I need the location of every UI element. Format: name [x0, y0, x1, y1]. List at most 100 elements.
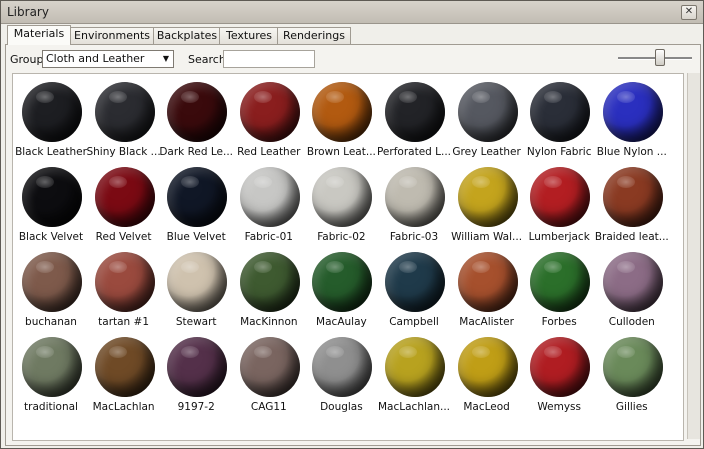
- material-label: Gillies: [615, 401, 648, 413]
- material-tile[interactable]: tartan #1: [88, 248, 160, 333]
- material-label: Fabric-01: [244, 231, 293, 243]
- material-thumbnail[interactable]: [94, 337, 155, 397]
- material-thumbnail[interactable]: [312, 82, 373, 142]
- close-button[interactable]: ✕: [681, 5, 697, 20]
- material-thumbnail[interactable]: [530, 167, 591, 227]
- search-label: Search: [188, 53, 226, 66]
- material-tile[interactable]: Blue Nylon ...: [596, 78, 668, 163]
- group-select[interactable]: Cloth and Leather ▼: [42, 50, 174, 68]
- material-thumbnail[interactable]: [167, 82, 228, 142]
- material-thumbnail[interactable]: [239, 82, 300, 142]
- material-thumbnail[interactable]: [94, 167, 155, 227]
- material-tile[interactable]: Black Velvet: [15, 163, 87, 248]
- material-tile[interactable]: Blue Velvet: [160, 163, 232, 248]
- material-thumbnail[interactable]: [457, 167, 518, 227]
- material-thumbnail[interactable]: [22, 167, 82, 227]
- material-tile[interactable]: MacLachlan...: [378, 333, 450, 418]
- material-label: buchanan: [25, 316, 77, 328]
- material-thumbnail[interactable]: [22, 82, 82, 142]
- material-tile[interactable]: William Wal...: [451, 163, 523, 248]
- group-select-value: Cloth and Leather: [46, 52, 145, 65]
- material-tile[interactable]: Campbell: [378, 248, 450, 333]
- material-thumbnail[interactable]: [602, 167, 663, 227]
- tab-backplates[interactable]: Backplates: [153, 27, 221, 44]
- material-thumbnail[interactable]: [312, 167, 373, 227]
- material-tile[interactable]: 9197-2: [160, 333, 232, 418]
- material-thumbnail[interactable]: [602, 82, 663, 142]
- material-tile[interactable]: Shiny Black ...: [86, 78, 161, 163]
- material-tile[interactable]: CAG11: [233, 333, 305, 418]
- material-tile[interactable]: buchanan: [15, 248, 87, 333]
- search-input[interactable]: [223, 50, 315, 68]
- material-thumbnail[interactable]: [94, 252, 155, 312]
- tab-textures[interactable]: Textures: [219, 27, 279, 44]
- material-tile[interactable]: Grey Leather: [451, 78, 523, 163]
- material-tile[interactable]: Braided leat...: [595, 163, 669, 248]
- material-tile[interactable]: Black Leather: [15, 78, 87, 163]
- material-thumbnail[interactable]: [530, 252, 591, 312]
- material-thumbnail[interactable]: [457, 82, 518, 142]
- material-label: traditional: [24, 401, 78, 413]
- material-tile[interactable]: MacAulay: [305, 248, 377, 333]
- material-tile[interactable]: Red Velvet: [88, 163, 160, 248]
- material-thumbnail[interactable]: [167, 167, 228, 227]
- material-thumbnail[interactable]: [385, 337, 445, 397]
- material-label: Lumberjack: [528, 231, 590, 243]
- material-thumbnail[interactable]: [239, 337, 300, 397]
- material-tile[interactable]: Fabric-01: [233, 163, 305, 248]
- material-tile[interactable]: Perforated L...: [376, 78, 452, 163]
- window-title: Library: [7, 5, 49, 19]
- material-thumbnail[interactable]: [312, 337, 373, 397]
- material-thumbnail[interactable]: [312, 252, 373, 312]
- material-thumbnail[interactable]: [385, 167, 445, 227]
- material-label: MacLachlan: [92, 401, 155, 413]
- material-tile[interactable]: Lumberjack: [523, 163, 595, 248]
- material-label: Perforated L...: [376, 146, 452, 158]
- material-label: Forbes: [541, 316, 577, 328]
- material-thumbnail[interactable]: [239, 252, 300, 312]
- material-tile[interactable]: Forbes: [523, 248, 595, 333]
- material-tile[interactable]: MacKinnon: [233, 248, 305, 333]
- material-tile[interactable]: Wemyss: [523, 333, 595, 418]
- material-thumbnail[interactable]: [239, 167, 300, 227]
- material-tile[interactable]: MacLachlan: [88, 333, 160, 418]
- chevron-down-icon[interactable]: ▼: [159, 51, 173, 67]
- tab-materials[interactable]: Materials: [7, 25, 71, 45]
- material-label: Grey Leather: [452, 146, 521, 158]
- slider-thumb[interactable]: [654, 49, 665, 66]
- material-thumbnail[interactable]: [22, 252, 82, 312]
- material-thumbnail[interactable]: [167, 337, 228, 397]
- material-tile[interactable]: MacAlister: [451, 248, 523, 333]
- material-tile[interactable]: Fabric-03: [378, 163, 450, 248]
- material-tile[interactable]: Culloden: [596, 248, 668, 333]
- material-thumbnail[interactable]: [530, 337, 591, 397]
- material-thumbnail[interactable]: [385, 82, 445, 142]
- material-tile[interactable]: Fabric-02: [305, 163, 377, 248]
- material-tile[interactable]: Nylon Fabric: [523, 78, 595, 163]
- material-thumbnail[interactable]: [385, 252, 445, 312]
- material-label: Dark Red Le...: [159, 146, 234, 158]
- grid-scrollbar[interactable]: [687, 73, 700, 439]
- material-thumbnail[interactable]: [22, 337, 82, 397]
- material-label: Fabric-03: [389, 231, 439, 243]
- material-tile[interactable]: traditional: [15, 333, 87, 418]
- material-tile[interactable]: Dark Red Le...: [159, 78, 234, 163]
- library-window: Library ✕ Materials Environments Backpla…: [0, 0, 704, 449]
- material-tile[interactable]: Stewart: [160, 248, 232, 333]
- material-tile[interactable]: MacLeod: [451, 333, 523, 418]
- material-tile[interactable]: Red Leather: [233, 78, 305, 163]
- material-thumbnail[interactable]: [530, 82, 591, 142]
- material-thumbnail[interactable]: [94, 82, 155, 142]
- material-thumbnail[interactable]: [457, 337, 518, 397]
- material-thumbnail[interactable]: [167, 252, 228, 312]
- material-tile[interactable]: Brown Leat...: [305, 78, 377, 163]
- material-tile[interactable]: Douglas: [305, 333, 377, 418]
- material-thumbnail[interactable]: [457, 252, 518, 312]
- tab-environments[interactable]: Environments: [69, 27, 155, 44]
- close-icon: ✕: [684, 6, 694, 17]
- material-tile[interactable]: Gillies: [596, 333, 668, 418]
- tab-renderings[interactable]: Renderings: [277, 27, 351, 44]
- material-thumbnail[interactable]: [602, 252, 663, 312]
- material-label: Blue Velvet: [166, 231, 226, 243]
- material-thumbnail[interactable]: [602, 337, 663, 397]
